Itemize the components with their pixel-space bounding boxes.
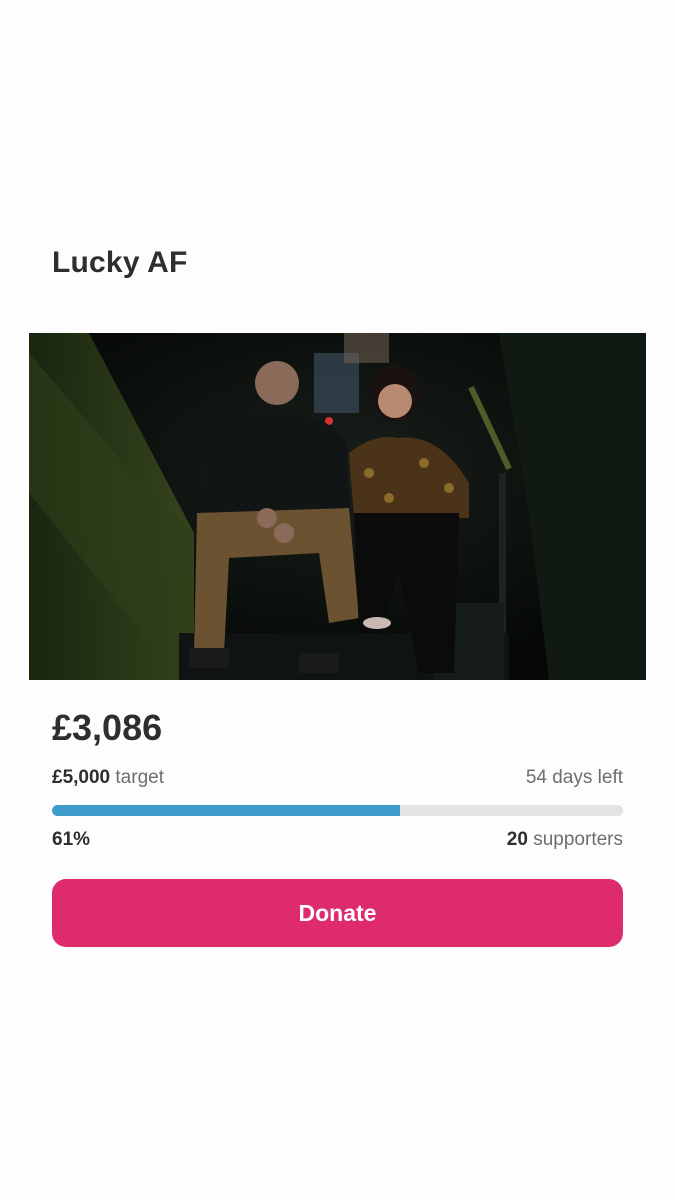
progress-bar — [52, 805, 623, 816]
target-label: target — [115, 767, 164, 788]
progress-row: 61% 20 supporters — [52, 829, 623, 851]
campaign-photo — [29, 333, 646, 680]
amount-raised: £3,086 — [52, 707, 163, 748]
target-amount: £5,000 — [52, 767, 111, 788]
supporters-info: 20 supporters — [507, 829, 623, 851]
target-info: £5,000 target — [52, 767, 164, 789]
page-title: Lucky AF — [52, 246, 188, 279]
percent-funded: 61% — [52, 829, 91, 850]
donate-button[interactable]: Donate — [52, 879, 623, 947]
target-row: £5,000 target 54 days left — [52, 767, 623, 789]
days-left: 54 days left — [525, 767, 623, 788]
supporters-label: supporters — [533, 829, 623, 850]
progress-bar-fill — [52, 805, 401, 816]
supporters-count: 20 — [506, 829, 528, 850]
